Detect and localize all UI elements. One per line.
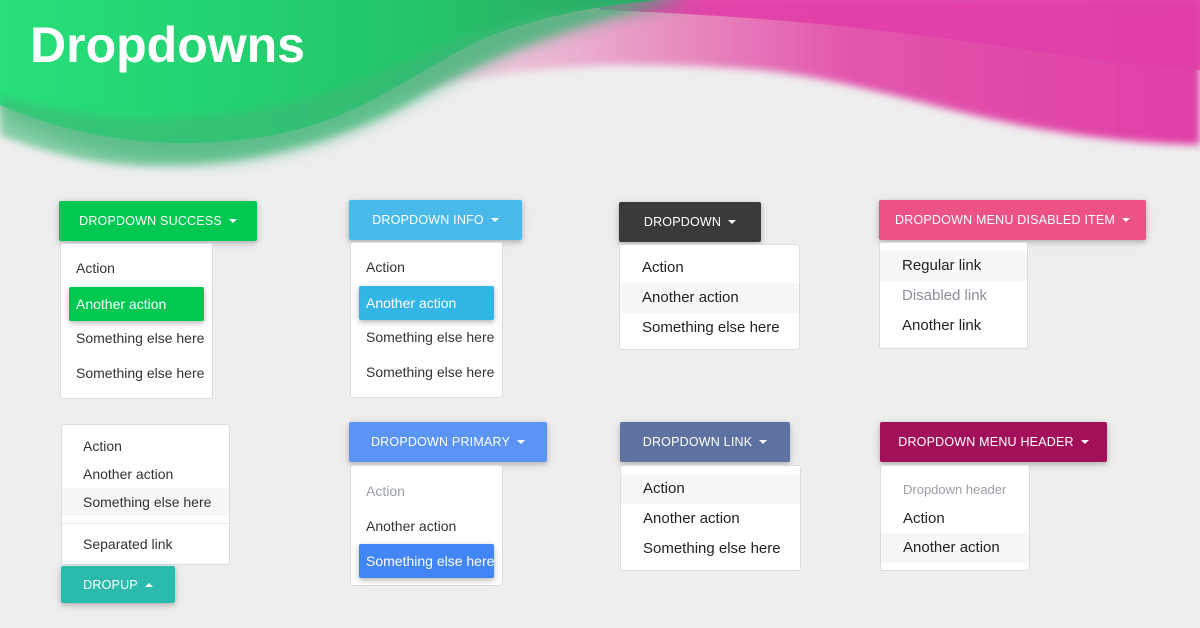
menu-divider	[62, 523, 229, 524]
button-label: Dropdown Link	[642, 435, 753, 449]
dropdown-success-button[interactable]: Dropdown Success	[59, 201, 257, 241]
menu-item-something-else[interactable]: Something else here	[620, 319, 799, 336]
menu-item-something-else-hover[interactable]: Something else here	[62, 488, 229, 516]
menu-item-separated-link[interactable]: Separated link	[62, 536, 229, 552]
menu-item-something-else[interactable]: Something else here	[351, 364, 502, 380]
menu-item-another-action-active[interactable]: Another action	[69, 287, 204, 321]
dropdown-menu-header-menu: Dropdown header Action Another action	[880, 465, 1030, 571]
dropdown-dark-menu: Action Another action Something else her…	[619, 244, 800, 350]
dropdown-info-menu: Action Another action Something else her…	[350, 242, 503, 398]
button-label: Dropdown Menu Header	[898, 435, 1074, 449]
menu-item-action[interactable]: Action	[351, 259, 502, 275]
dropdown-disabled-item-menu: Regular link Disabled link Another link	[879, 242, 1028, 349]
menu-item-another-action[interactable]: Another action	[621, 510, 800, 527]
dropdown-disabled-item-button[interactable]: Dropdown Menu Disabled Item	[879, 200, 1146, 240]
menu-item-something-else[interactable]: Something else here	[61, 330, 212, 346]
dropup-button[interactable]: Dropup	[61, 566, 175, 603]
menu-item-disabled-link: Disabled link	[902, 287, 988, 304]
button-label: Dropdown	[643, 215, 722, 229]
menu-item-something-else[interactable]: Something else here	[61, 365, 212, 381]
caret-down-icon	[517, 440, 526, 444]
menu-item-another-action[interactable]: Another action	[351, 518, 502, 534]
dropdown-primary-button[interactable]: Dropdown Primary	[349, 422, 547, 462]
caret-down-icon	[759, 440, 768, 444]
caret-down-icon	[1122, 218, 1130, 222]
menu-item-action[interactable]: Action	[620, 259, 799, 276]
dropdown-link-button[interactable]: Dropdown Link	[620, 422, 790, 462]
menu-item-action[interactable]: Action	[61, 260, 212, 276]
dropdown-info-button[interactable]: Dropdown Info	[349, 200, 522, 240]
dropdown-success-menu: Action Another action Something else her…	[60, 243, 213, 399]
menu-item-something-else-active[interactable]: Something else here	[359, 544, 494, 578]
menu-item-action-hover[interactable]: Action	[621, 474, 800, 504]
menu-item-regular-link-hover[interactable]: Regular link	[880, 251, 1027, 281]
menu-item-another-action-hover[interactable]: Another action	[881, 533, 1029, 563]
caret-up-icon	[144, 582, 153, 587]
menu-item-another-action-active[interactable]: Another action	[359, 286, 494, 320]
caret-down-icon	[728, 220, 737, 224]
dropup-menu: Action Another action Something else her…	[61, 424, 230, 565]
dropdown-primary-menu: Action Another action Something else her…	[350, 465, 503, 586]
menu-item-something-else[interactable]: Something else here	[621, 540, 800, 557]
caret-down-icon	[490, 218, 499, 222]
button-label: Dropdown Info	[372, 213, 484, 227]
menu-item-action[interactable]: Action	[881, 510, 1029, 527]
caret-down-icon	[1080, 440, 1089, 444]
button-label: Dropdown Success	[79, 214, 222, 228]
menu-item-action-disabled: Action	[366, 483, 405, 499]
menu-item-another-link[interactable]: Another link	[880, 317, 1027, 334]
menu-item-another-action[interactable]: Another action	[62, 466, 229, 482]
button-label: Dropup	[83, 577, 138, 592]
button-label: Dropdown Menu Disabled Item	[895, 213, 1115, 227]
dropdown-link-menu: Action Another action Something else her…	[620, 465, 801, 571]
button-label: Dropdown Primary	[370, 435, 511, 449]
menu-item-something-else[interactable]: Something else here	[351, 329, 502, 345]
page-title: Dropdowns	[30, 17, 305, 73]
menu-item-action[interactable]: Action	[62, 438, 229, 454]
dropdown-menu-header-button[interactable]: Dropdown Menu Header	[880, 422, 1107, 462]
dropdown-dark-button[interactable]: Dropdown	[619, 202, 761, 242]
caret-down-icon	[228, 219, 237, 223]
menu-header: Dropdown header	[903, 482, 1007, 497]
menu-item-another-action-hover[interactable]: Another action	[620, 283, 799, 313]
